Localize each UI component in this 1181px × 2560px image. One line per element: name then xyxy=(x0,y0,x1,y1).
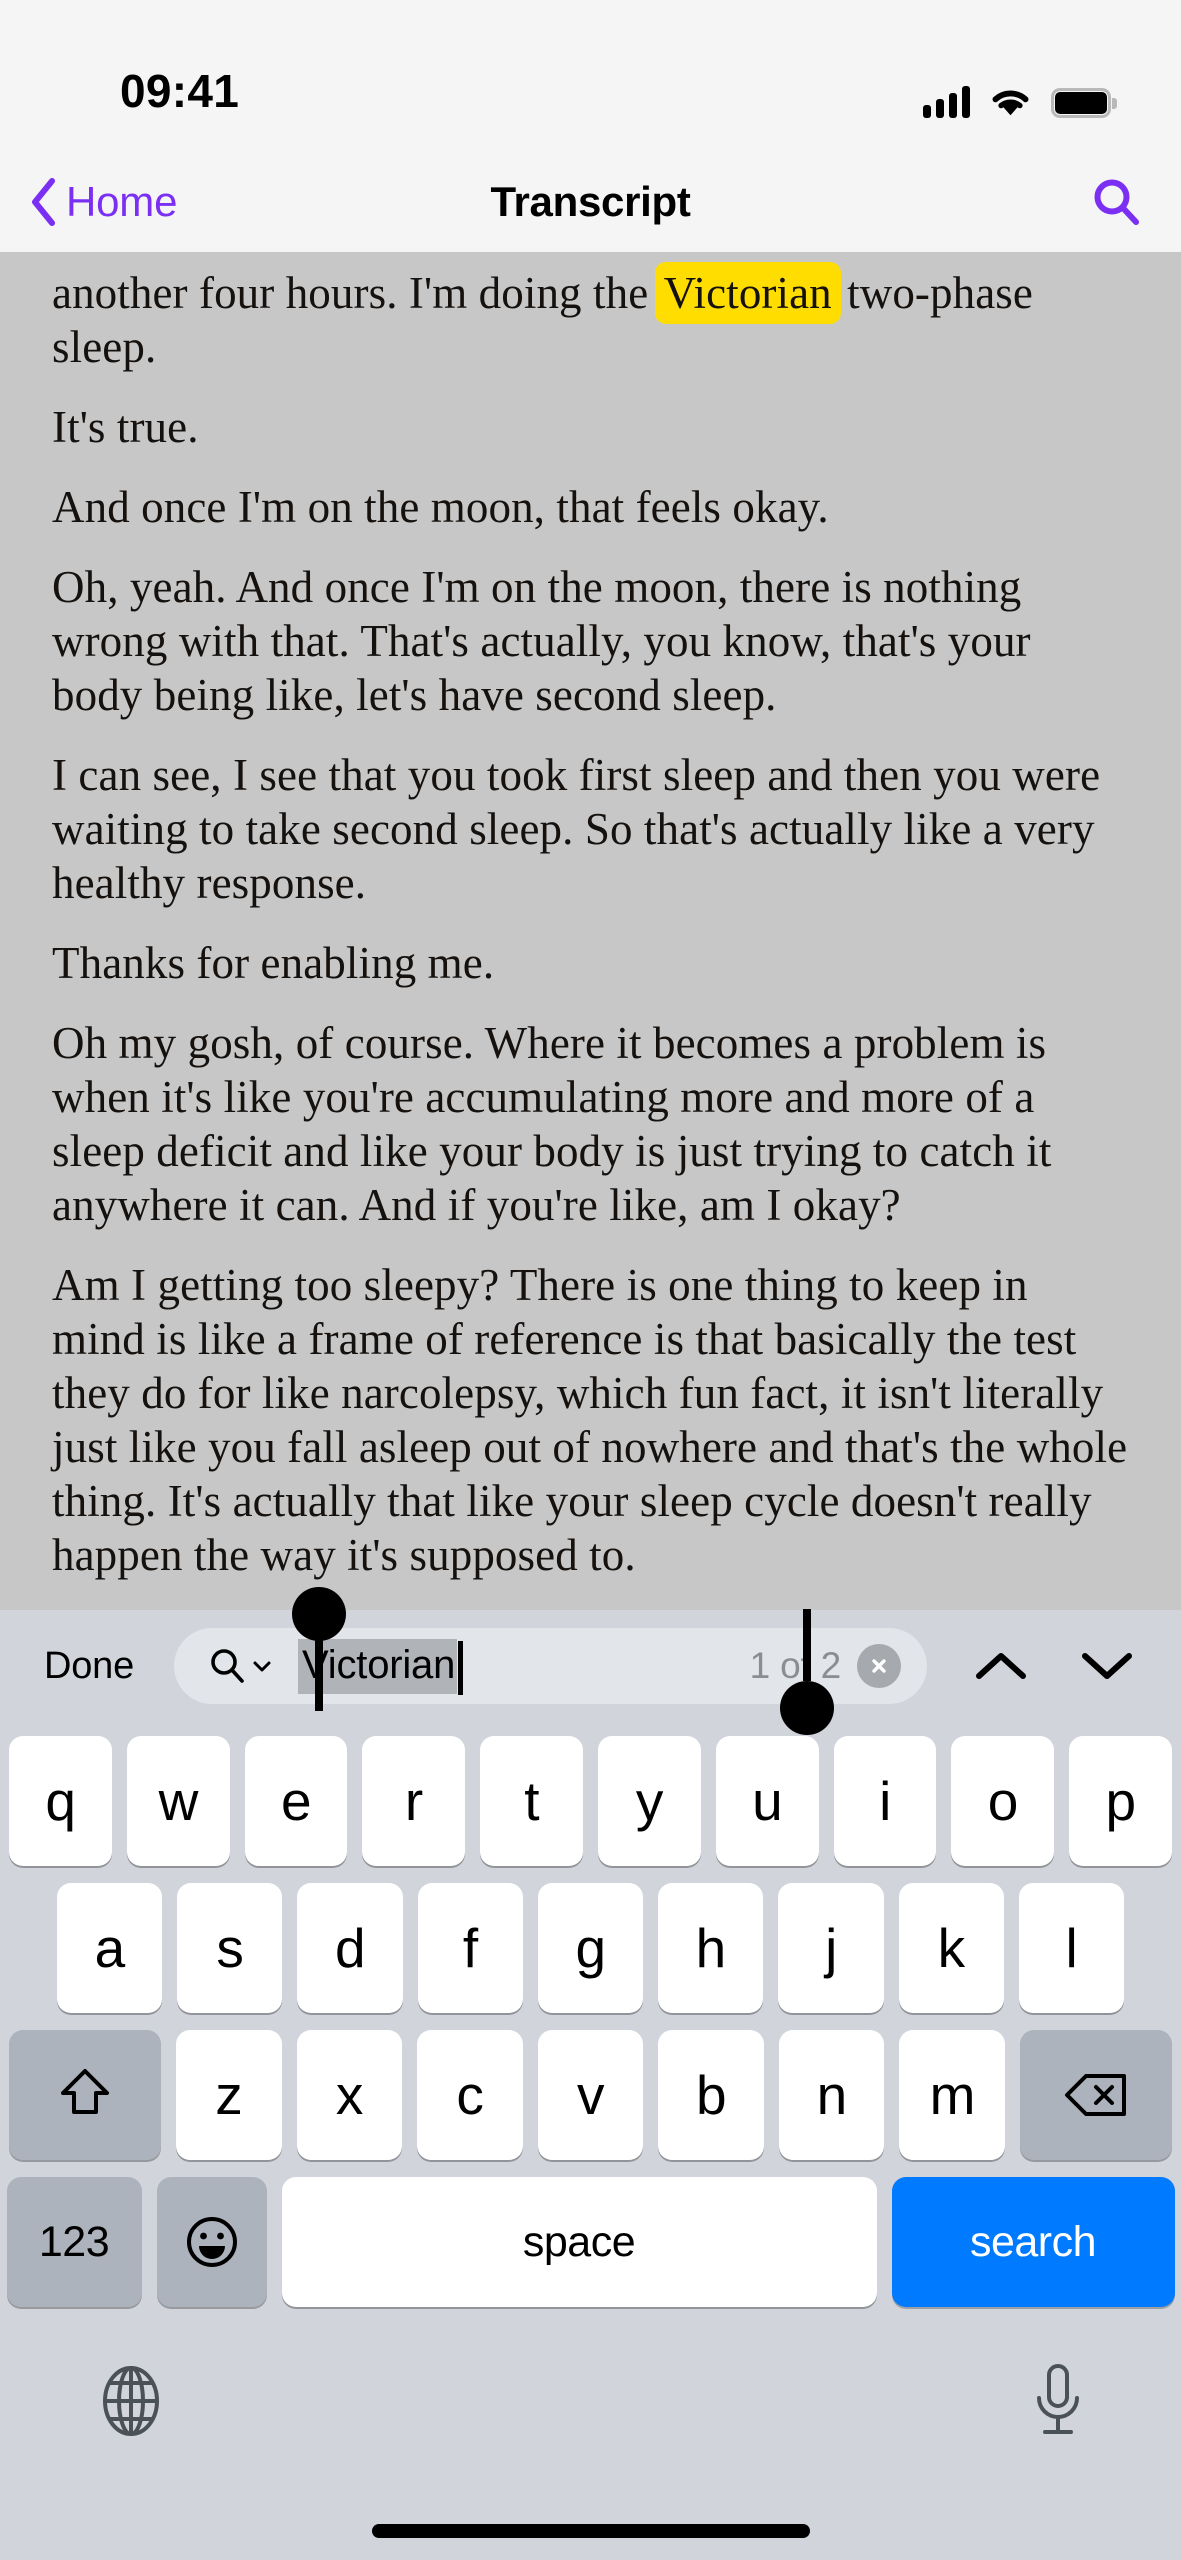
home-indicator xyxy=(371,2524,810,2538)
microphone-icon xyxy=(1037,2364,1079,2434)
transcript-paragraph: Am I getting too sleepy? There is one th… xyxy=(52,1260,1128,1580)
signal-bars-icon xyxy=(923,86,970,118)
paragraph-text-before: another four hours. I'm doing the xyxy=(52,268,660,318)
key-e[interactable]: e xyxy=(244,1736,348,1866)
chevron-left-icon xyxy=(32,178,55,226)
keyboard-area: Done Victorian 1 of 2 q w e r t y u i o … xyxy=(0,1586,1181,2560)
transcript-paragraph: And once I'm on the moon, that feels oka… xyxy=(52,482,829,532)
key-f[interactable]: f xyxy=(417,1883,523,2013)
iphone-screen: 09:41 Home Transcript another four hours… xyxy=(0,0,1181,2560)
done-button[interactable]: Done xyxy=(28,1639,150,1694)
chevron-up-icon xyxy=(976,1653,1026,1679)
key-t[interactable]: t xyxy=(480,1736,583,1866)
transcript-paragraph: another four hours. I'm doing the Victor… xyxy=(52,266,1129,374)
key-y[interactable]: y xyxy=(598,1736,701,1866)
numbers-key[interactable]: 123 xyxy=(6,2177,142,2307)
key-p[interactable]: p xyxy=(1069,1736,1172,1866)
key-w[interactable]: w xyxy=(126,1736,230,1866)
space-key[interactable]: space xyxy=(281,2177,877,2307)
shift-key[interactable] xyxy=(8,2030,161,2160)
key-s[interactable]: s xyxy=(177,1883,283,2013)
key-r[interactable]: r xyxy=(362,1736,466,1866)
key-i[interactable]: i xyxy=(833,1736,937,1866)
battery-full-icon xyxy=(1051,88,1117,118)
search-scope-icon xyxy=(211,1649,244,1683)
key-m[interactable]: m xyxy=(899,2030,1006,2160)
keyboard-row-2: a s d f g h j k l xyxy=(0,1883,1181,2013)
back-button-label: Home xyxy=(66,178,178,225)
key-v[interactable]: v xyxy=(537,2030,644,2160)
dictation-key[interactable] xyxy=(1031,2362,1085,2440)
key-x[interactable]: x xyxy=(296,2030,403,2160)
keyboard-row-3: z x c v b n m xyxy=(0,2030,1181,2160)
key-n[interactable]: n xyxy=(778,2030,885,2160)
find-navigation-arrows xyxy=(973,1648,1135,1684)
transcript-paragraph: Oh my gosh, of course. Where it becomes … xyxy=(52,1018,1052,1230)
transcript-paragraph: Oh, yeah. And once I'm on the moon, ther… xyxy=(52,562,1031,720)
search-match-highlight: Victorian xyxy=(658,266,837,320)
search-scope-button[interactable] xyxy=(208,1646,272,1686)
next-match-button[interactable] xyxy=(1079,1648,1135,1684)
globe-key[interactable] xyxy=(96,2363,166,2439)
wifi-icon xyxy=(992,90,1029,116)
search-icon xyxy=(1094,179,1139,225)
back-button[interactable]: Home xyxy=(30,178,177,226)
find-query-wrapper[interactable]: Victorian xyxy=(292,1586,834,1735)
key-c[interactable]: c xyxy=(417,2030,523,2160)
key-u[interactable]: u xyxy=(715,1736,819,1866)
navigation-bar: Home Transcript xyxy=(0,152,1181,252)
key-k[interactable]: k xyxy=(898,1883,1004,2013)
key-j[interactable]: j xyxy=(778,1883,884,2013)
status-bar-time: 09:41 xyxy=(120,65,240,117)
keyboard-row-4: 123 space search xyxy=(0,2177,1181,2307)
key-g[interactable]: g xyxy=(537,1883,644,2013)
search-return-key[interactable]: search xyxy=(891,2177,1175,2307)
keyboard-bottom-row xyxy=(0,2341,1181,2461)
key-l[interactable]: l xyxy=(1018,1883,1124,2013)
clear-circle-icon xyxy=(872,1659,886,1673)
backspace-delete-icon xyxy=(1065,2074,1127,2116)
transcript-paragraph: It's true. xyxy=(52,402,199,452)
key-h[interactable]: h xyxy=(658,1883,764,2013)
chevron-down-icon xyxy=(1082,1653,1132,1679)
globe-language-icon xyxy=(103,2366,159,2436)
key-o[interactable]: o xyxy=(951,1736,1055,1866)
key-z[interactable]: z xyxy=(175,2030,282,2160)
emoji-key[interactable] xyxy=(156,2177,267,2307)
find-accessory-bar: Done Victorian 1 of 2 xyxy=(0,1586,1181,1735)
transcript-paragraph: I can see, I see that you took first sle… xyxy=(52,750,1101,908)
backspace-key[interactable] xyxy=(1020,2030,1173,2160)
keyboard-row-1: q w e r t y u i o p xyxy=(0,1736,1181,1866)
shift-arrow-up-icon xyxy=(60,2069,109,2114)
text-caret xyxy=(458,1641,464,1695)
previous-match-button[interactable] xyxy=(973,1648,1029,1684)
key-b[interactable]: b xyxy=(658,2030,764,2160)
key-d[interactable]: d xyxy=(297,1883,403,2013)
clear-search-button[interactable] xyxy=(857,1644,901,1688)
key-q[interactable]: q xyxy=(9,1736,112,1866)
search-button[interactable] xyxy=(1091,176,1143,228)
find-search-field[interactable]: Victorian 1 of 2 xyxy=(174,1586,927,1735)
match-count-label: 1 of 2 xyxy=(749,1645,842,1686)
key-a[interactable]: a xyxy=(57,1883,163,2013)
chevron-down-icon xyxy=(253,1661,271,1672)
transcript-body[interactable]: another four hours. I'm doing the Victor… xyxy=(0,252,1181,1610)
status-bar: 09:41 xyxy=(0,0,1181,152)
transcript-paragraph: Thanks for enabling me. xyxy=(52,938,495,988)
emoji-smiley-icon xyxy=(186,2217,237,2267)
status-bar-indicators xyxy=(923,86,1117,118)
